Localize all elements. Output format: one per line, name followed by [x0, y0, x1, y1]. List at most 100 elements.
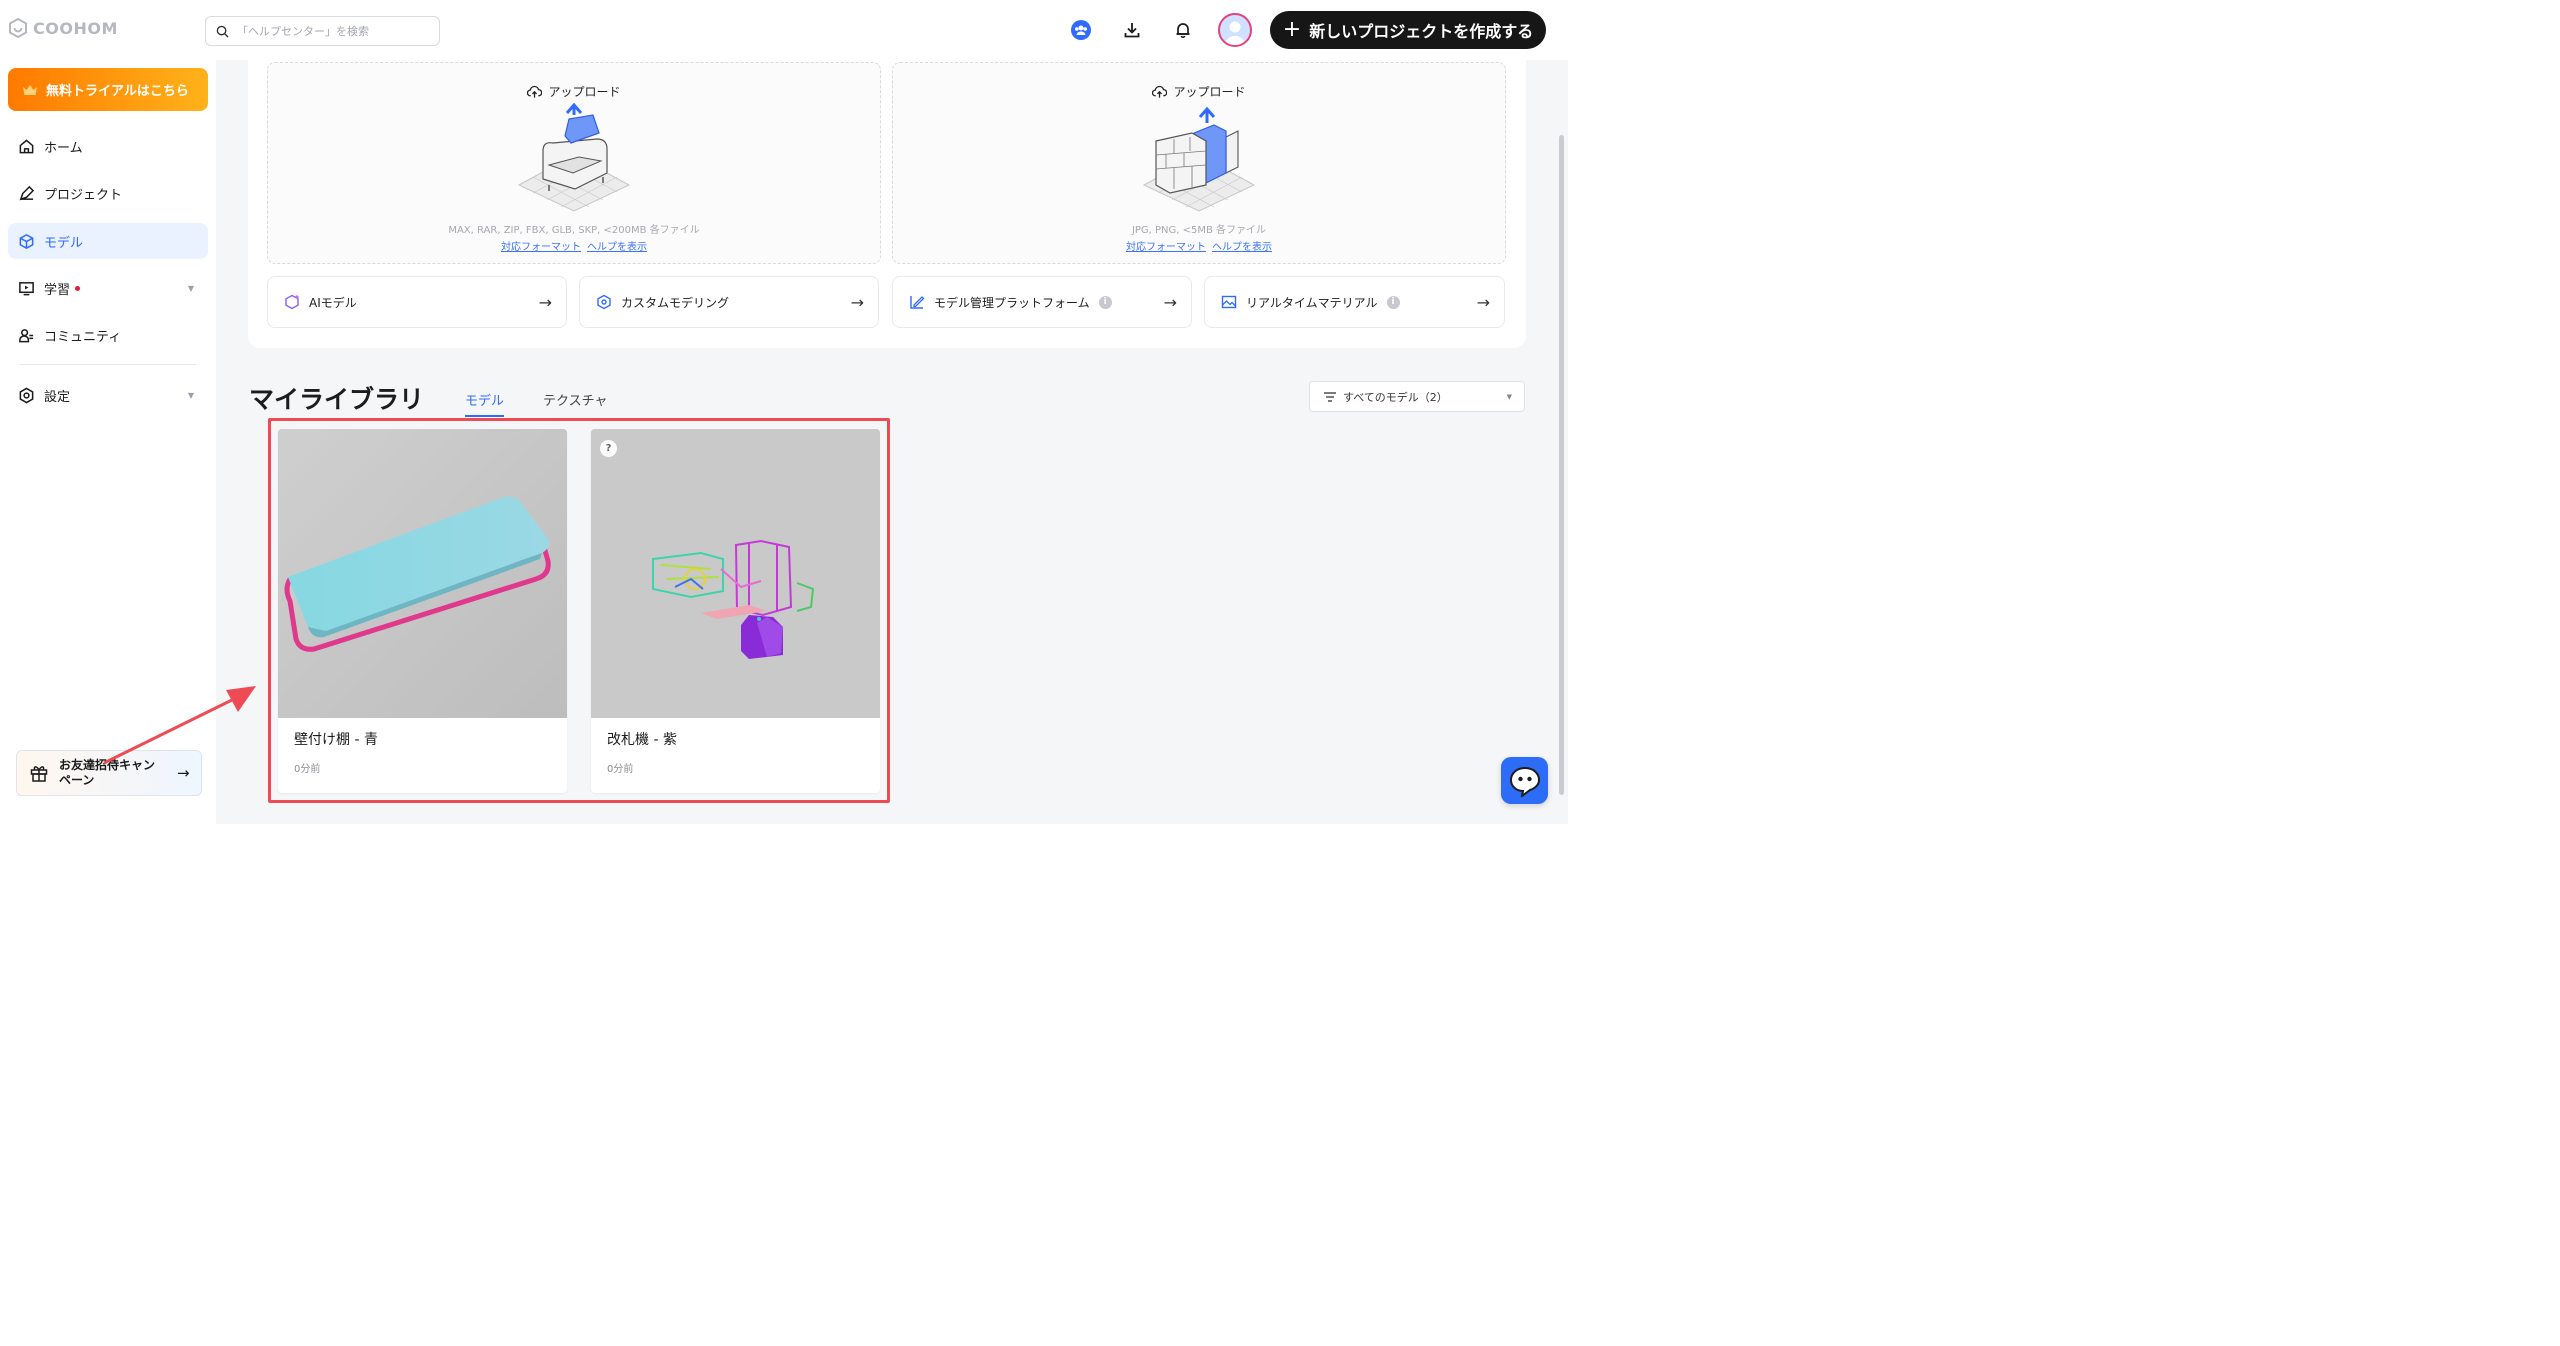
notification-button[interactable] [1170, 17, 1196, 43]
upload-title: アップロード [268, 83, 880, 100]
arrow-right-icon: → [538, 292, 552, 312]
sidebar-item-label: プロジェクト [44, 187, 123, 203]
top-bar: COOHOM + 新しいプロジェクトを作成する [0, 0, 1568, 60]
model-name: 改札機 - 紫 [607, 732, 677, 748]
library-title: マイライブラリ [249, 385, 425, 414]
info-icon[interactable]: i [1098, 295, 1112, 309]
chat-icon [1509, 766, 1540, 797]
model-updated-time: 0分前 [294, 764, 321, 775]
ai-model-card[interactable]: AIモデル → [267, 276, 567, 328]
community-icon [19, 328, 34, 342]
logo[interactable]: COOHOM [8, 18, 118, 38]
model-card[interactable]: 壁付け棚 - 青 0分前 [278, 429, 567, 793]
upload-title: アップロード [893, 83, 1505, 100]
invite-label: お友達招待キャンペーン [59, 758, 156, 787]
info-icon[interactable]: i [1386, 295, 1400, 309]
model-filter-select[interactable]: すべてのモデル（2） ▼ [1309, 381, 1525, 412]
sidebar-item-label: コミュニティ [44, 329, 122, 345]
model-updated-time: 0分前 [607, 764, 634, 775]
learning-icon [19, 281, 34, 295]
cloud-upload-icon [527, 85, 543, 98]
upload-links: 対応フォーマット ヘルプを表示 [268, 238, 880, 253]
image-icon [1221, 295, 1237, 309]
model-management-card[interactable]: モデル管理プラットフォーム i → [892, 276, 1192, 328]
sidebar-item-label: 学習 [44, 282, 71, 298]
sidebar-item-label: モデル [44, 235, 84, 251]
model-card[interactable]: ? 改札機 - 紫 0分前 [591, 429, 880, 793]
supported-formats-link[interactable]: 対応フォーマット [1126, 238, 1206, 253]
upload-links: 対応フォーマット ヘルプを表示 [893, 238, 1505, 253]
new-project-button[interactable]: + 新しいプロジェクトを作成する [1270, 11, 1546, 49]
upload-formats-text: JPG, PNG, <5MB 各ファイル [1131, 225, 1267, 236]
feature-label: カスタムモデリング [621, 295, 730, 310]
ai-cube-icon [285, 294, 299, 310]
cloud-upload-icon [1152, 85, 1168, 98]
help-link[interactable]: ヘルプを表示 [1212, 238, 1272, 253]
support-chat-button[interactable] [1501, 757, 1548, 804]
model-name: 壁付け棚 - 青 [294, 732, 378, 748]
model-thumbnail [278, 429, 567, 718]
page-scrollbar[interactable] [1559, 135, 1564, 795]
download-button[interactable] [1119, 17, 1145, 43]
gift-icon [30, 766, 48, 782]
sidebar-item-project[interactable]: プロジェクト [8, 175, 208, 211]
unread-dot [75, 285, 81, 291]
arrow-right-icon: → [177, 764, 190, 782]
sidebar-item-label: 設定 [44, 389, 71, 405]
sidebar-item-learning[interactable]: 学習 ▼ [8, 270, 208, 306]
download-icon [1124, 23, 1140, 38]
image-upload-dropzone[interactable]: アップロード JPG, PNG, <5MB 各ファイル 対応フォーマット ヘルプ… [892, 62, 1506, 264]
arrow-right-icon: → [850, 292, 864, 312]
team-icon [1071, 20, 1091, 40]
chevron-down-icon: ▼ [1506, 392, 1512, 401]
crown-icon [23, 84, 37, 95]
free-trial-label: 無料トライアルはこちら [46, 84, 189, 99]
feature-label: AIモデル [309, 295, 357, 310]
ticket-gate-render [591, 429, 880, 718]
tab-textures[interactable]: テクスチャ [543, 390, 607, 415]
sidebar-item-model[interactable]: モデル [8, 223, 208, 259]
sidebar-item-home[interactable]: ホーム [8, 128, 208, 164]
realtime-material-card[interactable]: リアルタイムマテリアル i → [1204, 276, 1505, 328]
sidebar-divider [20, 364, 196, 365]
logo-text: COOHOM [33, 18, 118, 38]
avatar-icon [1225, 21, 1245, 45]
bell-icon [1176, 23, 1190, 38]
project-icon [19, 185, 35, 200]
model-upload-dropzone[interactable]: アップロード MAX, RAR, ZIP, FBX, GLB, SKP, <20… [267, 62, 881, 264]
filter-icon [1324, 391, 1336, 402]
supported-formats-link[interactable]: 対応フォーマット [501, 238, 581, 253]
invite-campaign-button[interactable]: お友達招待キャンペーン → [16, 750, 202, 796]
cube-icon [19, 233, 34, 249]
search-input[interactable] [237, 24, 427, 38]
model-thumbnail: ? [591, 429, 880, 718]
question-icon[interactable]: ? [600, 440, 617, 457]
feature-label: リアルタイムマテリアル [1246, 295, 1378, 310]
custom-modeling-card[interactable]: カスタムモデリング → [579, 276, 879, 328]
filter-label: すべてのモデル（2） [1343, 390, 1448, 404]
main-content: アップロード MAX, RAR, ZIP, FBX, GLB, SKP, <20… [216, 60, 1568, 824]
free-trial-button[interactable]: 無料トライアルはこちら [8, 68, 208, 111]
team-button[interactable] [1068, 17, 1094, 43]
sidebar-item-community[interactable]: コミュニティ [8, 317, 208, 353]
coohom-logo-icon [9, 18, 27, 38]
sidebar-item-label: ホーム [44, 140, 83, 156]
chart-edit-icon [910, 296, 925, 309]
wall-shelf-render [278, 429, 567, 718]
sidebar: 無料トライアルはこちら ホーム プロジェクト モデル 学習 ▼ コミュニティ 設… [0, 60, 216, 824]
help-search[interactable] [205, 16, 440, 46]
sofa-upload-illustration [517, 103, 631, 212]
upload-formats-text: MAX, RAR, ZIP, FBX, GLB, SKP, <200MB 各ファ… [448, 225, 700, 236]
tab-models[interactable]: モデル [465, 390, 505, 417]
user-avatar[interactable] [1218, 13, 1252, 47]
help-link[interactable]: ヘルプを表示 [587, 238, 647, 253]
hexagon-icon [597, 294, 611, 310]
upload-panel: アップロード MAX, RAR, ZIP, FBX, GLB, SKP, <20… [248, 60, 1526, 348]
plus-icon: + [1282, 17, 1302, 42]
arrow-right-icon: → [1476, 292, 1490, 312]
new-project-label: 新しいプロジェクトを作成する [1309, 22, 1534, 41]
home-icon [19, 138, 34, 153]
sidebar-item-settings[interactable]: 設定 ▼ [8, 377, 208, 413]
chevron-down-icon: ▼ [187, 390, 194, 400]
chevron-down-icon: ▼ [187, 283, 194, 293]
